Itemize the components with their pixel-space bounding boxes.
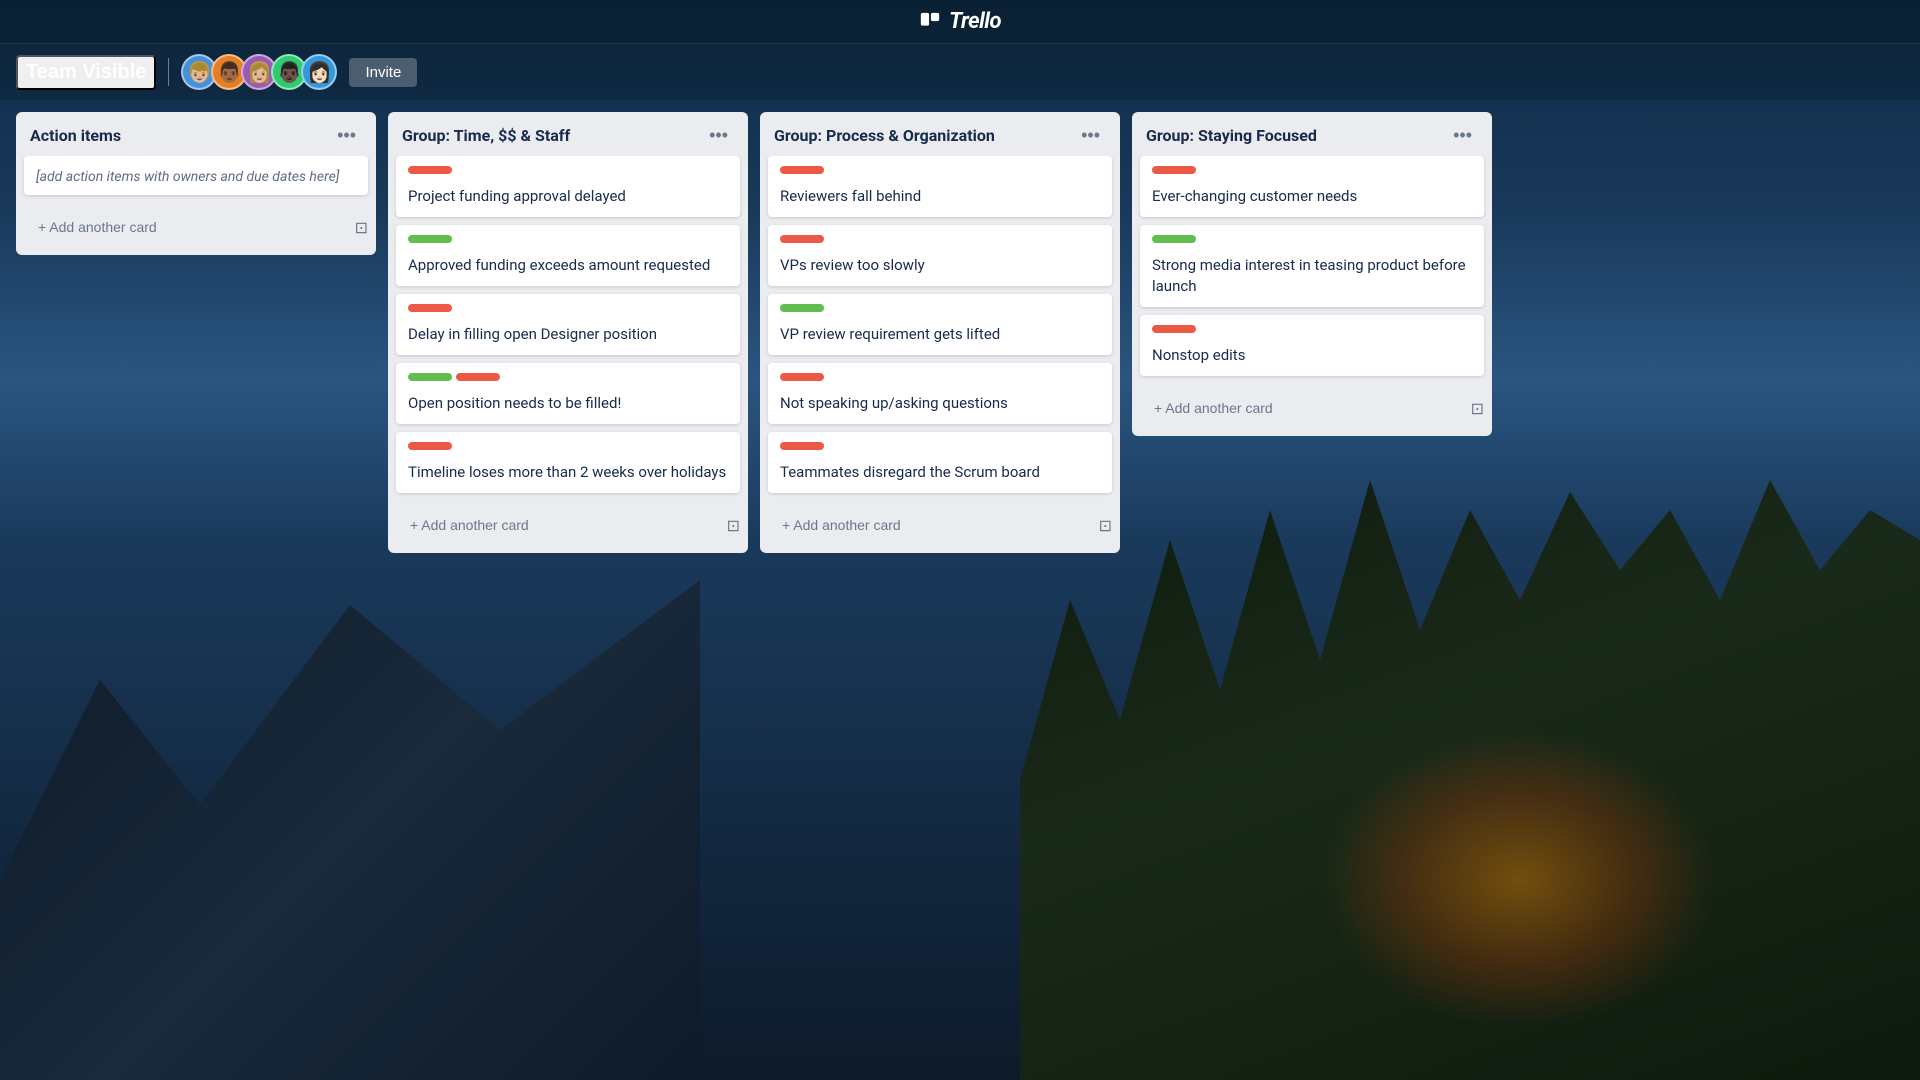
- board-name-button[interactable]: Team Visible: [16, 55, 156, 90]
- card-text-scrum: Teammates disregard the Scrum board: [780, 463, 1040, 481]
- top-nav-bar: Trello: [0, 0, 1920, 44]
- card-text-customer: Ever-changing customer needs: [1152, 187, 1357, 205]
- list-cards-group-focus: Ever-changing customer needs Strong medi…: [1132, 156, 1492, 384]
- card-open-position[interactable]: Open position needs to be filled!: [396, 363, 740, 424]
- card-scrum-board[interactable]: Teammates disregard the Scrum board: [768, 432, 1112, 493]
- invite-button[interactable]: Invite: [349, 58, 417, 87]
- card-nonstop-edits[interactable]: Nonstop edits: [1140, 315, 1484, 376]
- list-header-group-focus: Group: Staying Focused •••: [1132, 112, 1492, 156]
- label-red-vps: [780, 235, 824, 243]
- card-text-vps: VPs review too slowly: [780, 256, 925, 274]
- card-approved-funding[interactable]: Approved funding exceeds amount requeste…: [396, 225, 740, 286]
- card-text-media: Strong media interest in teasing product…: [1152, 256, 1466, 295]
- list-menu-button-group-focus[interactable]: •••: [1447, 124, 1478, 146]
- label-green-media: [1152, 235, 1196, 243]
- label-green-vp-lifted: [780, 304, 824, 312]
- card-vps-review[interactable]: VPs review too slowly: [768, 225, 1112, 286]
- card-customer-needs[interactable]: Ever-changing customer needs: [1140, 156, 1484, 217]
- list-group-time: Group: Time, $$ & Staff ••• Project fund…: [388, 112, 748, 553]
- card-text-reviewers: Reviewers fall behind: [780, 187, 921, 205]
- card-text-edits: Nonstop edits: [1152, 346, 1245, 364]
- card-timeline-holidays[interactable]: Timeline loses more than 2 weeks over ho…: [396, 432, 740, 493]
- avatar-group: 👦🏼 👨🏾 👩🏼 👨🏿 👩🏻: [181, 54, 337, 90]
- toolbar-divider: [168, 58, 169, 86]
- list-group-process: Group: Process & Organization ••• Review…: [760, 112, 1120, 553]
- card-text-timeline: Timeline loses more than 2 weeks over ho…: [408, 463, 726, 481]
- board-content: Action items ••• [add action items with …: [0, 100, 1920, 1080]
- card-text-project-funding: Project funding approval delayed: [408, 187, 626, 205]
- trello-logo-icon: [919, 11, 941, 33]
- list-header-group-process: Group: Process & Organization •••: [760, 112, 1120, 156]
- list-title-group-focus: Group: Staying Focused: [1146, 126, 1447, 145]
- label-red-timeline: [408, 442, 452, 450]
- add-card-button-group-time[interactable]: + Add another card: [396, 509, 727, 541]
- list-cards-action-items: [add action items with owners and due da…: [16, 156, 376, 203]
- board-toolbar: Team Visible 👦🏼 👨🏾 👩🏼 👨🏿 👩🏻 Invite: [0, 44, 1920, 100]
- list-menu-button-group-process[interactable]: •••: [1075, 124, 1106, 146]
- add-card-button-action-items[interactable]: + Add another card: [24, 211, 355, 243]
- label-red-not-speaking: [780, 373, 824, 381]
- card-delay-designer[interactable]: Delay in filling open Designer position: [396, 294, 740, 355]
- card-action-items-placeholder[interactable]: [add action items with owners and due da…: [24, 156, 368, 195]
- add-card-button-group-focus[interactable]: + Add another card: [1140, 392, 1471, 424]
- card-text-not-speaking: Not speaking up/asking questions: [780, 394, 1008, 412]
- template-icon-group-time[interactable]: ⊡: [727, 516, 740, 535]
- template-icon-group-focus[interactable]: ⊡: [1471, 399, 1484, 418]
- list-menu-button-group-time[interactable]: •••: [703, 124, 734, 146]
- trello-logo: Trello: [919, 9, 1001, 34]
- trello-wordmark: Trello: [949, 9, 1001, 34]
- label-red-project-funding: [408, 166, 452, 174]
- card-media-interest[interactable]: Strong media interest in teasing product…: [1140, 225, 1484, 307]
- add-card-footer-action-items: + Add another card ⊡: [16, 203, 376, 255]
- avatar-5[interactable]: 👩🏻: [301, 54, 337, 90]
- list-menu-button-action-items[interactable]: •••: [331, 124, 362, 146]
- add-card-footer-group-time: + Add another card ⊡: [388, 501, 748, 553]
- template-icon-group-process[interactable]: ⊡: [1099, 516, 1112, 535]
- label-red-scrum: [780, 442, 824, 450]
- card-action-items-text: [add action items with owners and due da…: [36, 169, 339, 185]
- label-green-approved-funding: [408, 235, 452, 243]
- card-not-speaking[interactable]: Not speaking up/asking questions: [768, 363, 1112, 424]
- list-title-group-process: Group: Process & Organization: [774, 126, 1075, 145]
- card-text-approved-funding: Approved funding exceeds amount requeste…: [408, 256, 710, 274]
- list-title-group-time: Group: Time, $$ & Staff: [402, 126, 703, 145]
- card-text-open-position: Open position needs to be filled!: [408, 394, 621, 412]
- add-card-footer-group-focus: + Add another card ⊡: [1132, 384, 1492, 436]
- card-project-funding[interactable]: Project funding approval delayed: [396, 156, 740, 217]
- label-red-edits: [1152, 325, 1196, 333]
- label-red-open-position: [456, 373, 500, 381]
- list-cards-group-process: Reviewers fall behind VPs review too slo…: [760, 156, 1120, 501]
- list-title-action-items: Action items: [30, 126, 331, 145]
- label-red-reviewers: [780, 166, 824, 174]
- card-reviewers-behind[interactable]: Reviewers fall behind: [768, 156, 1112, 217]
- list-cards-group-time: Project funding approval delayed Approve…: [388, 156, 748, 501]
- add-card-button-group-process[interactable]: + Add another card: [768, 509, 1099, 541]
- template-icon-action-items[interactable]: ⊡: [355, 218, 368, 237]
- label-red-customer: [1152, 166, 1196, 174]
- list-header-action-items: Action items •••: [16, 112, 376, 156]
- list-group-focus: Group: Staying Focused ••• Ever-changing…: [1132, 112, 1492, 436]
- card-text-delay-designer: Delay in filling open Designer position: [408, 325, 657, 343]
- add-card-footer-group-process: + Add another card ⊡: [760, 501, 1120, 553]
- list-header-group-time: Group: Time, $$ & Staff •••: [388, 112, 748, 156]
- card-vp-lifted[interactable]: VP review requirement gets lifted: [768, 294, 1112, 355]
- card-text-vp-lifted: VP review requirement gets lifted: [780, 325, 1000, 343]
- list-action-items: Action items ••• [add action items with …: [16, 112, 376, 255]
- label-green-open-position: [408, 373, 452, 381]
- label-red-delay-designer: [408, 304, 452, 312]
